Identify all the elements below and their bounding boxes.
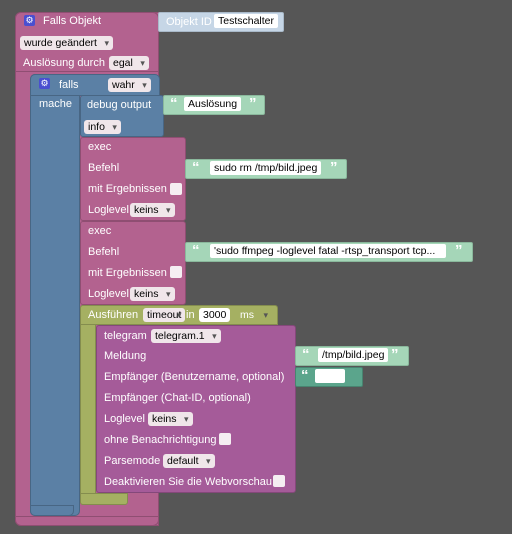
exec2-command-field[interactable]: 'sudo ffmpeg -loglevel fatal -rtsp_trans… (210, 244, 446, 258)
if-block-footer (30, 505, 74, 516)
chat-id-label: Empfänger (Chat-ID, optional) (104, 392, 251, 404)
object-id-field[interactable]: Testschalter (214, 14, 279, 28)
change-type-dropdown[interactable]: wurde geändert (20, 36, 113, 50)
exec2-loglevel-label: Loglevel (88, 288, 129, 300)
exec2-command-label: Befehl (88, 246, 120, 258)
exec2-loglevel-dropdown[interactable]: keins (130, 287, 175, 301)
gear-icon[interactable]: ⚙ (24, 15, 35, 26)
delay-field[interactable]: 3000 (199, 308, 231, 322)
trigger-dropdown[interactable]: egal (109, 56, 149, 70)
exec2-results-checkbox[interactable] (170, 266, 182, 278)
timeout-type-dropdown[interactable]: timeout (143, 308, 186, 322)
open-quote-icon: “ (302, 346, 310, 363)
do-label: mache (39, 98, 73, 110)
close-quote-icon: ” (455, 242, 463, 259)
trigger-label: Auslösung durch (23, 57, 105, 69)
object-id-label: Objekt ID (166, 16, 212, 28)
parsemode-label: Parsemode (104, 455, 161, 467)
if-block[interactable] (30, 74, 80, 516)
recipient-label: Empfänger (Benutzername, optional) (104, 371, 285, 383)
exec2-title: exec (88, 225, 112, 237)
in-label: in (186, 309, 195, 321)
close-quote-icon: ” (391, 346, 399, 363)
telegram-instance-dropdown[interactable]: telegram.1 (151, 329, 221, 343)
event-title: Falls Objekt (43, 15, 102, 27)
silent-label: ohne Benachrichtigung (104, 434, 217, 446)
unit-dropdown[interactable]: ms (236, 308, 272, 322)
open-quote-icon: “ (301, 367, 309, 384)
timeout-block-footer (80, 493, 128, 505)
loglevel-label: Loglevel (104, 413, 145, 425)
open-quote-icon: “ (192, 242, 200, 259)
event-block-footer (15, 516, 159, 526)
telegram-loglevel-dropdown[interactable]: keins (148, 412, 193, 426)
open-quote-icon: “ (170, 95, 178, 112)
if-label: falls (59, 79, 79, 91)
message-label: Meldung (104, 350, 147, 362)
close-quote-icon: ” (330, 159, 338, 176)
condition-dropdown[interactable]: wahr (108, 78, 151, 92)
message-field[interactable]: /tmp/bild.jpeg (318, 348, 389, 362)
debug-text-field[interactable]: Auslösung (184, 97, 242, 111)
disable-preview-checkbox[interactable] (273, 475, 285, 487)
open-quote-icon: “ (192, 159, 200, 176)
silent-checkbox[interactable] (219, 433, 231, 445)
disable-preview-label: Deaktivieren Sie die Webvorschau (104, 476, 272, 488)
debug-output-label: debug output (87, 99, 152, 111)
parsemode-dropdown[interactable]: default (163, 454, 215, 468)
exec1-command-label: Befehl (88, 162, 120, 174)
exec2-results-label: mit Ergebnissen (88, 267, 167, 279)
exec1-loglevel-dropdown[interactable]: keins (130, 203, 175, 217)
run-label: Ausführen (88, 309, 139, 321)
timeout-block[interactable] (80, 305, 96, 505)
exec1-title: exec (88, 141, 112, 153)
exec1-loglevel-label: Loglevel (88, 204, 129, 216)
exec1-results-checkbox[interactable] (170, 183, 182, 195)
close-quote-icon: ” (249, 95, 257, 112)
debug-level-dropdown[interactable]: info (84, 120, 121, 134)
exec1-results-label: mit Ergebnissen (88, 183, 167, 195)
telegram-title: telegram (104, 330, 147, 342)
exec1-command-field[interactable]: sudo rm /tmp/bild.jpeg (210, 161, 322, 175)
gear-icon[interactable]: ⚙ (39, 78, 50, 89)
recipient-field[interactable] (315, 369, 345, 383)
